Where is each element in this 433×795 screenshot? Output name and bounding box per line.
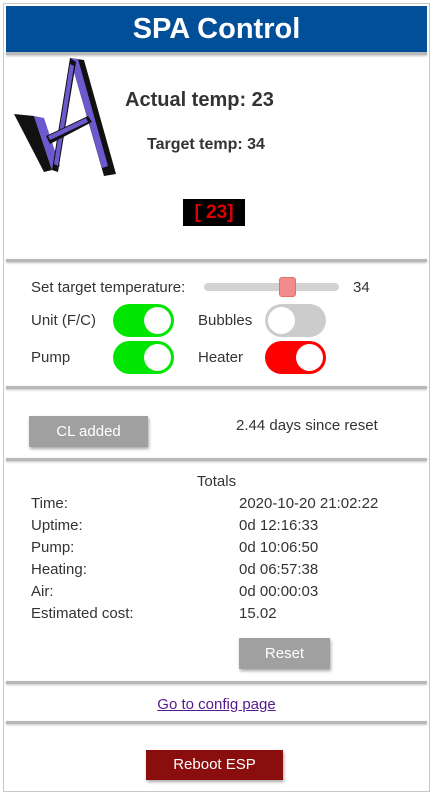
slider-value: 34 xyxy=(353,279,370,296)
totals-row-value: 0d 06:57:38 xyxy=(239,561,319,578)
slider-thumb[interactable] xyxy=(279,277,297,297)
totals-row-value: 15.02 xyxy=(239,605,277,622)
totals-row-label: Uptime: xyxy=(31,517,83,534)
section-divider xyxy=(6,458,427,461)
heater-toggle[interactable] xyxy=(265,341,326,374)
pump-label: Pump xyxy=(31,349,71,366)
heater-label: Heater xyxy=(198,349,244,366)
toggle-knob xyxy=(144,307,171,334)
target-temp-slider[interactable] xyxy=(204,283,339,291)
section-divider xyxy=(6,259,427,262)
section-divider xyxy=(6,386,427,389)
unit-label: Unit (F/C) xyxy=(31,312,96,329)
section-divider xyxy=(6,52,427,55)
bubbles-label: Bubbles xyxy=(198,312,253,329)
totals-row-label: Heating: xyxy=(31,561,87,578)
target-temp: Target temp: 34 xyxy=(147,136,265,153)
totals-row-label: Air: xyxy=(31,583,54,600)
totals-row-value: 0d 10:06:50 xyxy=(239,539,319,556)
section-divider xyxy=(6,721,427,724)
toggle-knob xyxy=(296,344,323,371)
actual-temp: Actual temp: 23 xyxy=(125,89,274,111)
totals-row-value: 2020-10-20 21:02:22 xyxy=(239,495,379,512)
totals-row-label: Pump: xyxy=(31,539,75,556)
toggle-knob xyxy=(144,344,171,371)
days-since-reset: 2.44 days since reset xyxy=(236,417,378,434)
cl-added-button[interactable]: CL added xyxy=(29,416,148,447)
slider-label: Set target temperature: xyxy=(31,279,186,296)
brand-logo xyxy=(14,58,116,176)
page-title: SPA Control xyxy=(6,6,427,54)
totals-row-label: Time: xyxy=(31,495,68,512)
bubbles-toggle[interactable] xyxy=(265,304,326,337)
totals-row-value: 0d 00:00:03 xyxy=(239,583,319,600)
reset-button[interactable]: Reset xyxy=(239,638,330,669)
totals-title: Totals xyxy=(196,473,237,490)
config-page-link[interactable]: Go to config page xyxy=(0,696,433,713)
toggle-knob xyxy=(268,307,295,334)
reboot-button[interactable]: Reboot ESP xyxy=(146,750,283,780)
unit-toggle[interactable] xyxy=(113,304,174,337)
section-divider xyxy=(6,681,427,684)
totals-row-label: Estimated cost: xyxy=(31,605,134,622)
totals-row-value: 0d 12:16:33 xyxy=(239,517,319,534)
temp-display: [ 23] xyxy=(183,199,245,226)
pump-toggle[interactable] xyxy=(113,341,174,374)
